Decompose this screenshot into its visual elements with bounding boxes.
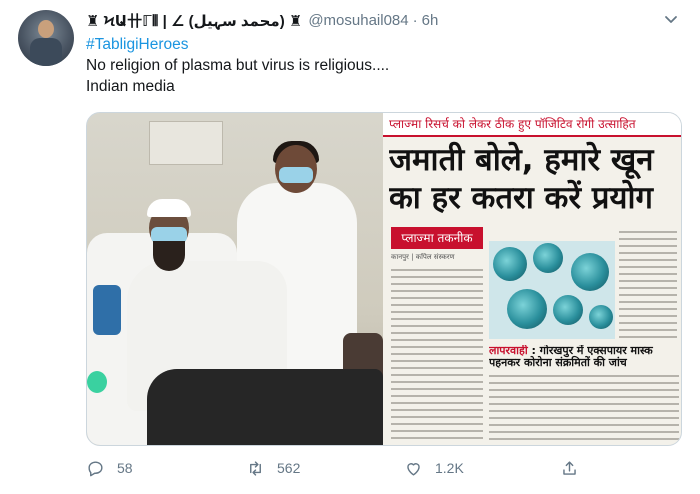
newspaper-headline: जमाती बोले, हमारे खून का हर कतरा करें प्… [389,141,679,217]
retweet-count: 562 [277,460,301,476]
article-column-left [391,269,483,439]
doctor-mask [279,167,313,183]
headline-line-1: जमाती बोले, हमारे खून [389,142,654,178]
chevron-down-icon[interactable] [664,12,678,26]
patient-cap [147,199,191,217]
tweet-text-line-1: No religion of plasma but virus is relig… [86,57,390,74]
tweet-header: ♜ ϞԱ卄ℾ⦀ | ∠ (محمد سہیل) ♜ @mosuhail084 ·… [86,10,438,30]
hashtag-link[interactable]: #TabligiHeroes [86,34,389,55]
separator-dot: · [412,11,418,29]
timestamp[interactable]: 6h [422,12,439,29]
reply-count: 58 [117,460,133,476]
tweet-media-image[interactable]: प्लाज्मा रिसर्च को लेकर ठीक हुए पॉजिटिव … [86,112,682,446]
wall-panel [149,121,223,165]
like-count: 1.2K [435,460,464,476]
tweet-actions: 58 562 1.2K [86,455,606,481]
virus-illustration [489,241,615,339]
blanket [147,369,383,445]
like-button[interactable]: 1.2K [404,459,464,478]
byline: कानपुर | कपिल संस्करण [391,253,455,261]
display-name[interactable]: ♜ ϞԱ卄ℾ⦀ | ∠ (محمد سہیل) ♜ [86,10,302,31]
newspaper-top-strip: प्लाज्मा रिसर्च को लेकर ठीक हुए पॉजिटिव … [383,113,681,137]
stress-ball [87,371,107,393]
article-column-bottom [489,375,679,441]
share-icon [563,460,576,475]
section-tag: प्लाज्मा तकनीक [391,227,483,249]
retweet-icon [250,460,261,476]
share-button[interactable] [560,459,591,478]
hospital-photo [87,113,383,445]
tweet: ♜ ϞԱ卄ℾ⦀ | ∠ (محمد سہیل) ♜ @mosuhail084 ·… [0,0,700,494]
headline-line-2: का हर कतरा करें प्रयोग [389,180,653,216]
tweet-text: #TabligiHeroes No religion of plasma but… [86,34,389,97]
article-column-right [619,231,677,339]
avatar-head [38,20,54,38]
avatar[interactable] [18,10,74,66]
sub-headline: लापरवाही : गोरखपुर में एक्सपायर मास्क पह… [489,345,679,369]
heart-icon [407,462,420,476]
user-handle[interactable]: @mosuhail084 [308,12,408,29]
newspaper-clipping: प्लाज्मा रिसर्च को लेकर ठीक हुए पॉजिटिव … [383,113,681,445]
blood-pressure-cuff [93,285,121,335]
reply-button[interactable]: 58 [86,459,133,478]
retweet-button[interactable]: 562 [246,459,300,478]
reply-icon [88,460,103,476]
avatar-body [30,38,62,66]
tweet-text-line-2: Indian media [86,78,175,95]
